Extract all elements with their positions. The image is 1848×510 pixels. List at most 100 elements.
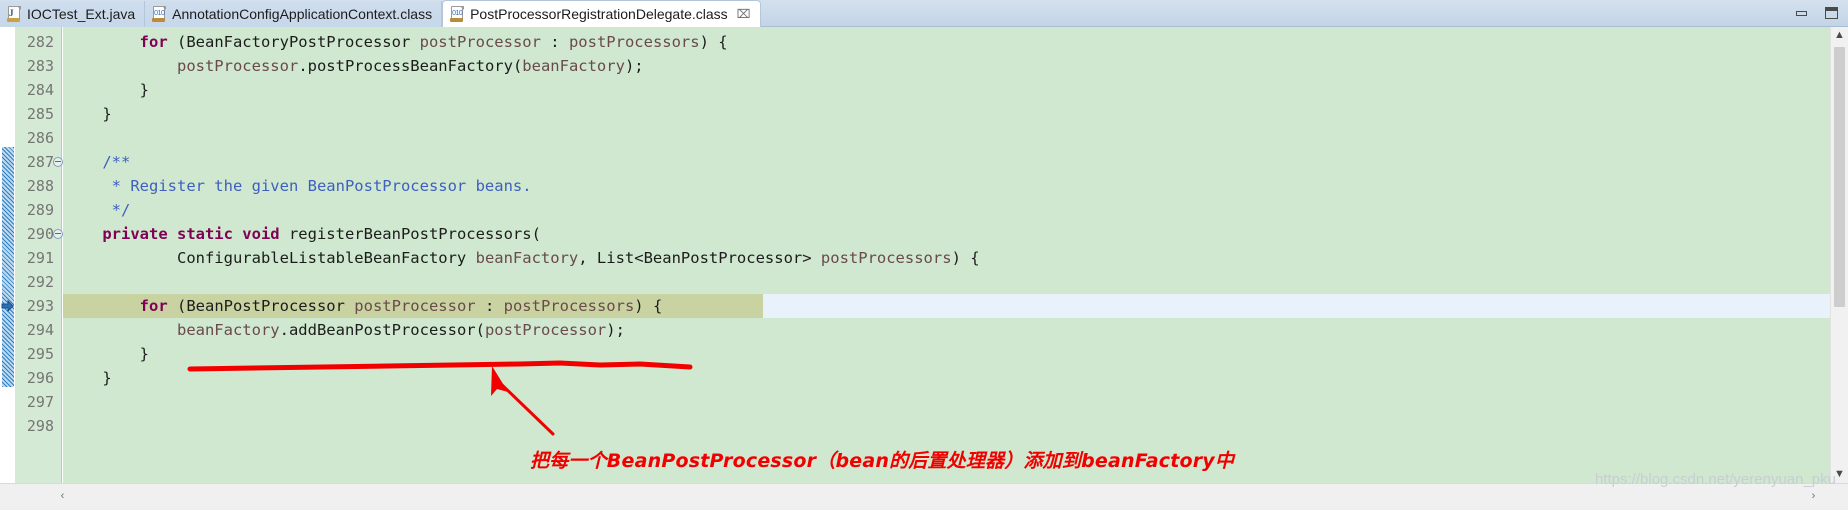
code-token: );: [606, 321, 625, 339]
line-number: 293: [26, 297, 54, 315]
code-token: postProcessor: [419, 33, 541, 51]
code-line-text: }: [63, 366, 112, 390]
code-line[interactable]: [63, 390, 1830, 414]
line-number: 283: [26, 57, 54, 75]
code-token: (BeanFactoryPostProcessor: [167, 33, 420, 51]
change-marker-bar: [2, 147, 14, 387]
eclipse-editor-window: J IOCTest_Ext.java 010 AnnotationConfigAppl…: [0, 0, 1848, 510]
code-line[interactable]: * Register the given BeanPostProcessor b…: [63, 174, 1830, 198]
vertical-scrollbar[interactable]: ▲ ▼: [1830, 27, 1848, 483]
code-line-text: postProcessor.postProcessBeanFactory(bea…: [63, 54, 644, 78]
code-token: .postProcessBeanFactory(: [298, 57, 523, 75]
code-token: postProcessors: [820, 249, 952, 267]
tab-close-icon[interactable]: ⌧: [737, 8, 751, 20]
code-text-area[interactable]: for (BeanFactoryPostProcessor postProces…: [63, 27, 1830, 483]
code-line-text: /**: [63, 150, 130, 174]
vertical-scrollbar-thumb[interactable]: [1834, 47, 1845, 307]
code-line-text: }: [63, 342, 149, 366]
code-token: beanFactory: [176, 321, 280, 339]
horizontal-scrollbar[interactable]: ‹ ›: [0, 483, 1848, 510]
line-number: 282: [26, 33, 54, 51]
maximize-icon[interactable]: [1824, 5, 1840, 21]
class-file-icon: 010: [450, 6, 465, 22]
code-line[interactable]: /**: [63, 150, 1830, 174]
code-line[interactable]: [63, 414, 1830, 438]
code-token: for: [139, 297, 168, 315]
code-line[interactable]: }: [63, 102, 1830, 126]
window-controls: [1794, 5, 1840, 21]
code-editor[interactable]: 282 283 284 285 286 287 288 289 290 291 292 293 294 2…: [0, 27, 1848, 510]
class-file-icon: 010: [152, 6, 167, 22]
code-line[interactable]: }: [63, 342, 1830, 366]
change-annotation-ruler[interactable]: [0, 27, 15, 483]
code-token: * Register the given BeanPostProcessor b…: [65, 177, 532, 195]
code-line[interactable]: private static void registerBeanPostProc…: [63, 222, 1830, 246]
code-line-text: ConfigurableListableBeanFactory beanFact…: [63, 246, 980, 270]
scroll-left-arrow-icon[interactable]: ‹: [54, 488, 71, 505]
scroll-up-arrow-icon[interactable]: ▲: [1831, 27, 1848, 44]
code-line-text: for (BeanFactoryPostProcessor postProces…: [63, 30, 728, 54]
code-line[interactable]: postProcessor.postProcessBeanFactory(bea…: [63, 54, 1830, 78]
scroll-right-arrow-icon[interactable]: ›: [1805, 488, 1822, 505]
line-number: 285: [26, 105, 54, 123]
code-line[interactable]: ConfigurableListableBeanFactory beanFact…: [63, 246, 1830, 270]
line-number: 287: [26, 153, 54, 171]
code-token: ConfigurableListableBeanFactory: [65, 249, 476, 267]
code-line-text: }: [63, 102, 111, 126]
line-number: 288: [26, 177, 54, 195]
code-line-text: */: [63, 198, 131, 222]
horizontal-scrollbar-track[interactable]: [72, 491, 1803, 502]
code-token: ) {: [699, 33, 728, 51]
code-fold-toggle-icon[interactable]: [53, 229, 63, 239]
code-token: , List<BeanPostProcessor>: [578, 249, 821, 267]
editor-tab-label: IOCTest_Ext.java: [27, 6, 136, 22]
code-fold-toggle-icon[interactable]: [53, 157, 63, 167]
code-token: :: [475, 297, 504, 315]
editor-tab-2[interactable]: 010 PostProcessorRegistrationDelegate.cla…: [442, 0, 761, 27]
code-token: beanFactory: [475, 249, 579, 267]
editor-tab-label: AnnotationConfigApplicationContext.class: [172, 6, 433, 22]
java-file-icon: J: [7, 6, 22, 22]
code-token: }: [65, 81, 149, 99]
code-line-text: }: [63, 78, 149, 102]
code-token: registerBeanPostProcessors(: [279, 225, 541, 243]
editor-tab-1[interactable]: 010 AnnotationConfigApplicationContext.cl…: [145, 1, 443, 27]
code-token: beanFactory: [522, 57, 625, 75]
line-number: 295: [26, 345, 54, 363]
code-token: private static void: [102, 225, 280, 243]
line-number: 296: [26, 369, 54, 387]
code-token: }: [65, 369, 112, 387]
code-line[interactable]: [63, 126, 1830, 150]
code-token: postProcessor: [354, 297, 476, 315]
code-token: ) {: [634, 297, 663, 315]
code-token: postProcessors: [568, 33, 700, 51]
code-token: .addBeanPostProcessor(: [279, 321, 485, 339]
code-line-text: private static void registerBeanPostProc…: [63, 222, 541, 246]
line-number: 289: [26, 201, 54, 219]
code-line[interactable]: }: [63, 78, 1830, 102]
editor-tab-bar: J IOCTest_Ext.java 010 AnnotationConfigAppl…: [0, 0, 1848, 27]
line-number: 292: [26, 273, 54, 291]
editor-tab-0[interactable]: J IOCTest_Ext.java: [0, 1, 146, 27]
code-line[interactable]: }: [63, 366, 1830, 390]
code-token: postProcessor: [176, 57, 299, 75]
code-line[interactable]: */: [63, 198, 1830, 222]
code-line[interactable]: for (BeanPostProcessor postProcessor : p…: [63, 294, 1830, 318]
code-line-text: * Register the given BeanPostProcessor b…: [63, 174, 532, 198]
code-line[interactable]: for (BeanFactoryPostProcessor postProces…: [63, 30, 1830, 54]
code-token: /**: [65, 153, 131, 171]
code-line[interactable]: beanFactory.addBeanPostProcessor(postPro…: [63, 318, 1830, 342]
line-number: 290: [26, 225, 54, 243]
line-number: 284: [26, 81, 54, 99]
minimize-icon[interactable]: [1794, 5, 1810, 21]
editor-tab-label: PostProcessorRegistrationDelegate.class: [470, 6, 728, 22]
code-line[interactable]: [63, 270, 1830, 294]
code-token: :: [540, 33, 569, 51]
code-token: (BeanPostProcessor: [167, 297, 355, 315]
line-number: 286: [26, 129, 54, 147]
editor-tab-list: J IOCTest_Ext.java 010 AnnotationConfigAppl…: [0, 0, 761, 27]
